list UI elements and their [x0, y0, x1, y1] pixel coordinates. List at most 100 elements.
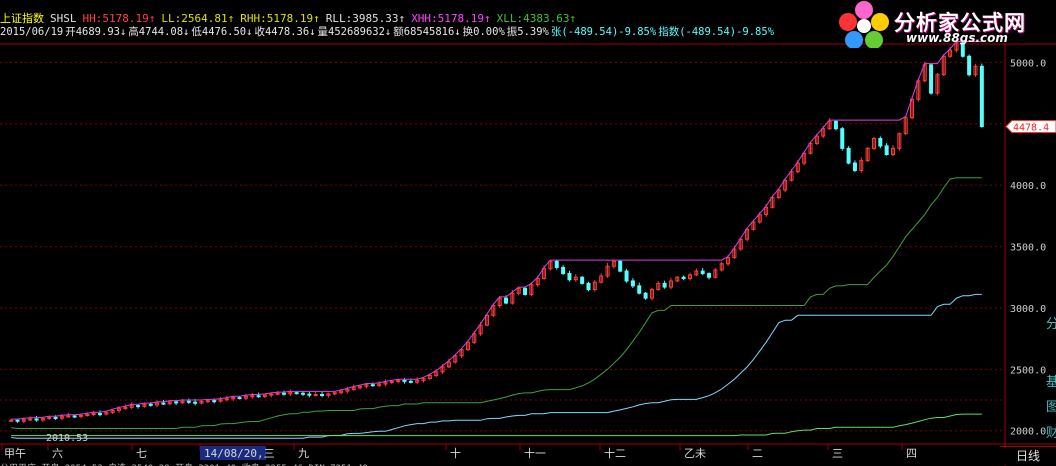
kline-chart[interactable]: 5000.04500.04000.03500.03000.02500.02000…: [0, 0, 1056, 466]
candle-body: [78, 414, 83, 417]
time-label: 七: [136, 447, 147, 460]
candle-body: [707, 273, 712, 278]
candle-body: [91, 413, 96, 416]
candle-body: [47, 416, 52, 419]
time-label: 二: [752, 447, 763, 460]
high-text: 高4744.08↓: [128, 26, 190, 38]
candle-body: [205, 400, 210, 403]
amount-text: 额68545816↓: [393, 26, 461, 38]
candle-body: [28, 418, 33, 421]
candle-body: [979, 65, 984, 128]
candle-body: [402, 379, 407, 382]
candle-body: [637, 285, 642, 294]
candle-body: [929, 64, 934, 94]
right-edge-glyph: 财: [1046, 426, 1056, 441]
price-label: 3500.0: [1010, 243, 1046, 254]
candle-body: [148, 403, 153, 406]
candle-body: [269, 393, 274, 396]
time-label: 十二: [604, 446, 626, 460]
amplitude-text: 振5.39%: [506, 26, 549, 38]
right-edge-glyph: 基: [1046, 375, 1056, 390]
candle-body: [852, 162, 857, 171]
candle-body: [161, 402, 166, 405]
price-label: 2000.0: [1010, 427, 1046, 438]
upper-band-line: [11, 41, 982, 420]
candle-body: [53, 416, 58, 419]
candle-body: [878, 138, 883, 147]
date-text: 2015/06/19: [0, 26, 64, 38]
lower-band-line-1: [11, 177, 982, 429]
candle-body: [967, 55, 972, 76]
candle-body: [408, 380, 413, 383]
low-text: 低4476.50↓: [191, 26, 253, 38]
candle-body: [224, 398, 229, 401]
candle-body: [523, 287, 528, 295]
candle-body: [15, 419, 20, 422]
time-label: 十一: [524, 446, 546, 460]
candle-body: [846, 147, 851, 164]
candle-body: [643, 292, 648, 299]
candle-body: [9, 419, 14, 422]
candle-body: [85, 414, 90, 417]
candle-body: [66, 415, 71, 418]
candle-body: [884, 145, 889, 155]
candle-body: [72, 415, 77, 418]
candle-body: [370, 384, 375, 387]
candle-body: [681, 276, 686, 279]
logo-url[interactable]: www.88gs.com: [906, 31, 1008, 45]
time-label: 六: [52, 447, 63, 460]
time-label: 乙未: [684, 447, 706, 460]
lower-band-line-2: [11, 293, 982, 439]
candle-body: [700, 270, 705, 275]
right-edge-glyph: 分: [1046, 317, 1056, 332]
time-label: 三: [832, 447, 843, 460]
candle-body: [174, 401, 179, 404]
candle-body: [301, 392, 306, 395]
candle-body: [586, 282, 591, 291]
price-label: 5000.0: [1010, 58, 1046, 69]
price-label: 2500.0: [1010, 365, 1046, 376]
candle-body: [662, 282, 667, 288]
candle-body: [630, 280, 635, 287]
candle-body: [561, 266, 566, 275]
open-text: 开4689.93↓: [65, 26, 127, 38]
volume-text: 量452689632↓: [317, 26, 392, 38]
candle-body: [580, 276, 585, 284]
candle-body: [504, 297, 509, 304]
candle-body: [840, 128, 845, 149]
candle-body: [256, 395, 261, 398]
candle-body: [34, 418, 39, 421]
candle-body: [307, 393, 312, 396]
quote-info-bar: 2015/06/19 开4689.93↓ 高4744.08↓ 低4476.50↓ 收44…: [0, 24, 776, 38]
candle-body: [237, 397, 242, 400]
index-change-text: 指数(-489.54)-9.85%: [658, 26, 775, 38]
candle-body: [193, 401, 198, 404]
price-label: 4000.0: [1010, 181, 1046, 192]
candle-body: [833, 120, 838, 130]
candle-body: [186, 400, 191, 403]
period-tab-daily[interactable]: 日线: [1000, 446, 1056, 465]
time-label: 十: [450, 446, 461, 460]
time-label: 14/08/20,三: [204, 447, 275, 460]
price-label: 3000.0: [1010, 304, 1046, 315]
time-label: 九: [298, 447, 309, 460]
candle-body: [212, 400, 217, 403]
candle-body: [320, 394, 325, 397]
candle-body: [275, 392, 280, 395]
close-text: 收4478.36↓: [254, 26, 316, 38]
time-label: 甲午: [4, 447, 26, 460]
candle-body: [250, 395, 255, 398]
candle-body: [281, 392, 286, 395]
candle-body: [554, 260, 559, 268]
candle-body: [294, 392, 299, 395]
candle-body: [97, 413, 102, 416]
candle-body: [618, 260, 623, 272]
low-annotation: 2010.53: [46, 433, 88, 444]
site-logo[interactable]: 分析家公式网 www.88gs.com: [836, 0, 1050, 48]
candle-body: [624, 270, 629, 282]
candle-body: [389, 381, 394, 384]
right-edge-glyph: 图: [1046, 400, 1056, 415]
candle-body: [567, 273, 572, 281]
flower-logo-icon: [839, 1, 889, 48]
current-price-label: 4478.4: [1013, 123, 1049, 134]
